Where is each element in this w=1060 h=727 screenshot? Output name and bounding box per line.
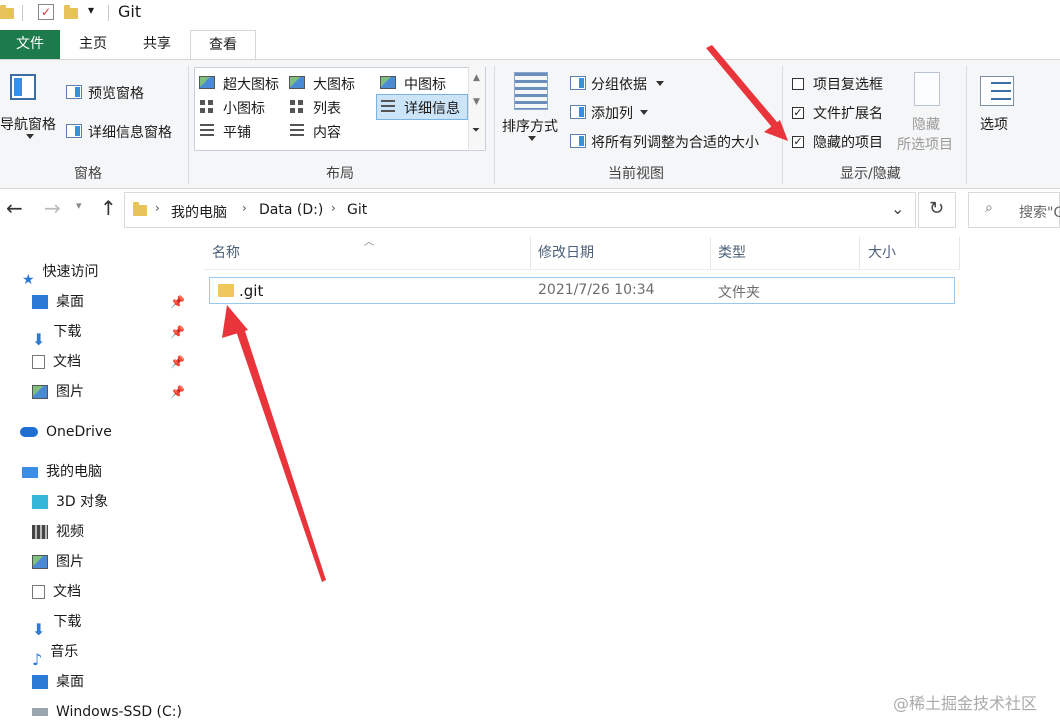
annotation-arrow-hidden-items xyxy=(706,45,788,141)
annotation-arrow-git-folder xyxy=(222,305,326,582)
watermark: @稀土掘金技术社区 xyxy=(893,694,1038,713)
annotation-arrows xyxy=(222,45,788,582)
